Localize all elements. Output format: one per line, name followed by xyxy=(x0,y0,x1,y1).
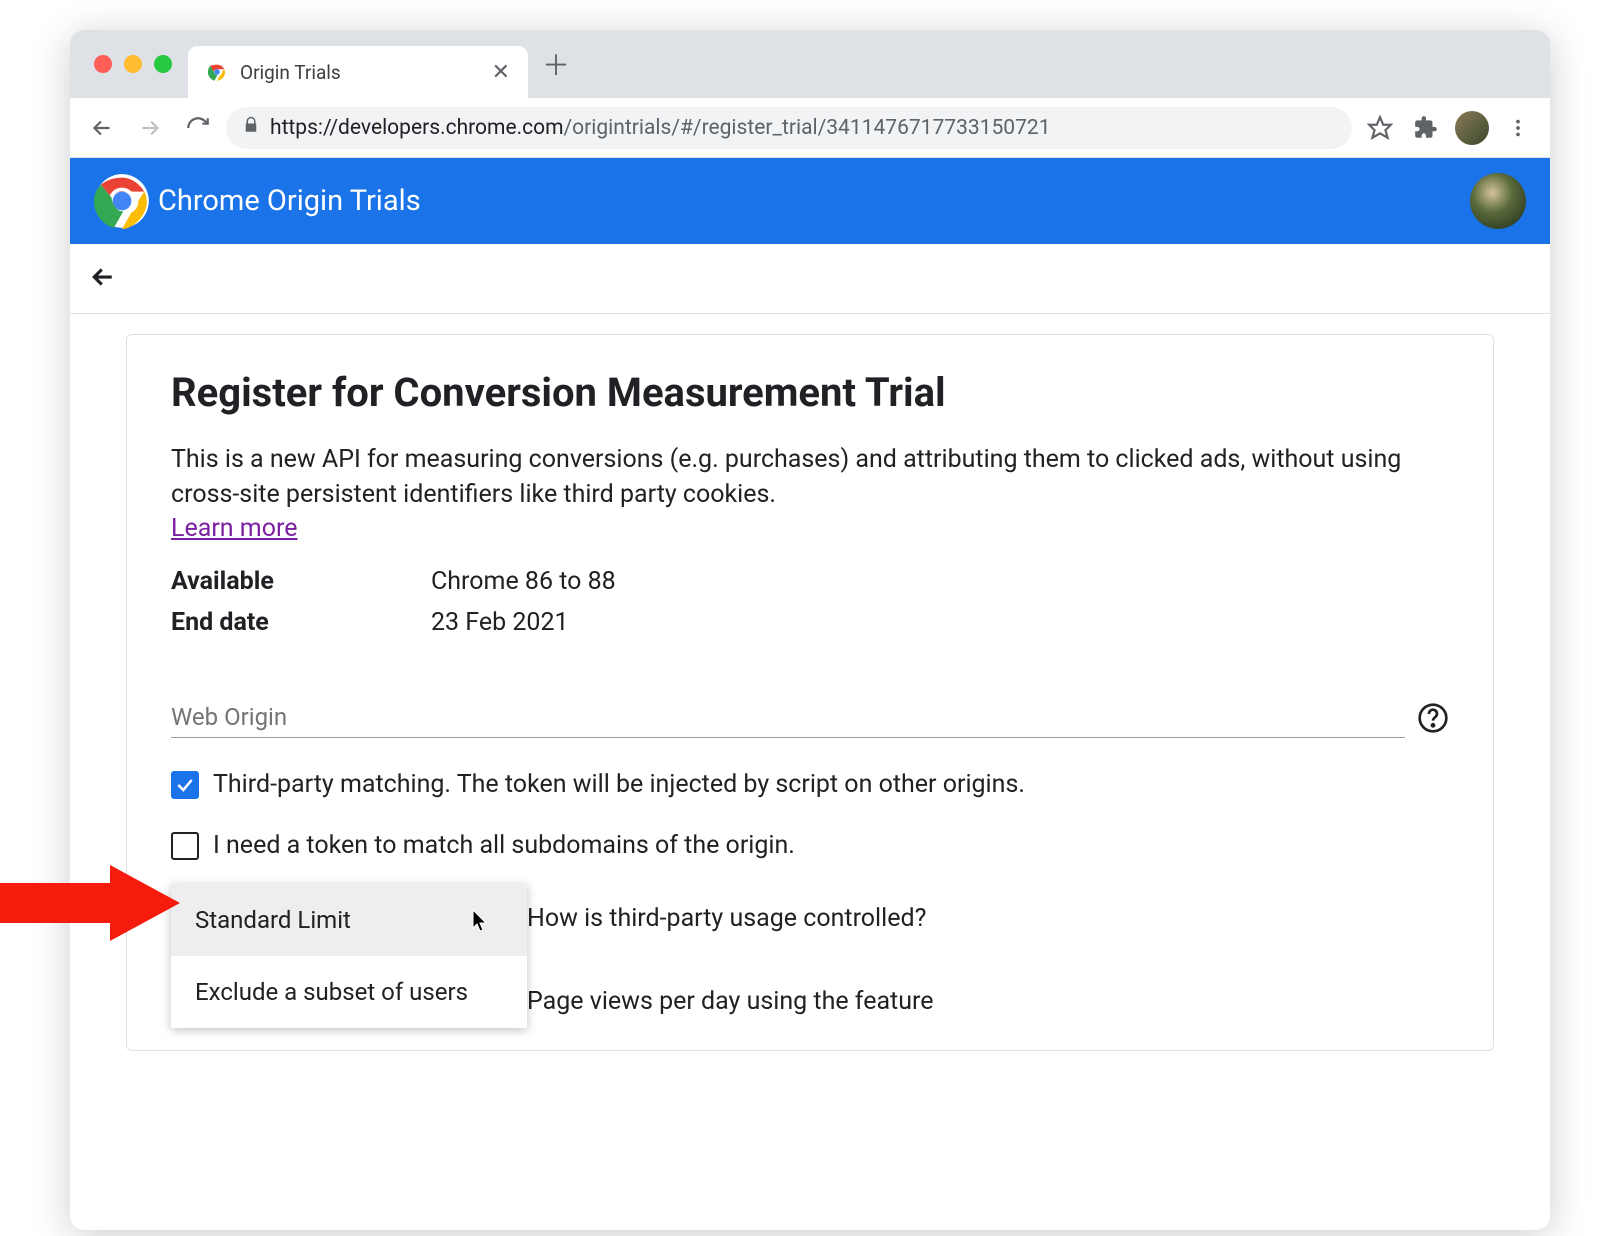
dropdown-option-exclude[interactable]: Exclude a subset of users xyxy=(171,956,527,1028)
url-text: https://developers.chrome.com/origintria… xyxy=(270,116,1051,140)
url-path: /origintrials/#/register_trial/341147671… xyxy=(564,116,1051,140)
page-title: Register for Conversion Measurement Tria… xyxy=(171,369,1449,416)
subdomains-label: I need a token to match all subdomains o… xyxy=(213,831,795,860)
extensions-icon[interactable] xyxy=(1406,108,1446,148)
minimize-window-icon[interactable] xyxy=(124,55,142,73)
close-window-icon[interactable] xyxy=(94,55,112,73)
callout-arrow-icon xyxy=(0,865,180,941)
forward-button[interactable] xyxy=(130,108,170,148)
reload-button[interactable] xyxy=(178,108,218,148)
cursor-icon xyxy=(471,908,489,932)
address-bar: https://developers.chrome.com/origintria… xyxy=(70,98,1550,158)
url-host: https://developers.chrome.com xyxy=(270,116,564,140)
tab-title: Origin Trials xyxy=(240,61,480,84)
web-origin-input[interactable]: Web Origin xyxy=(171,697,1405,738)
app-header: Chrome Origin Trials xyxy=(70,158,1550,244)
learn-more-link[interactable]: Learn more xyxy=(171,514,297,543)
subdomains-checkbox-row[interactable]: I need a token to match all subdomains o… xyxy=(171,831,1449,860)
bookmark-star-icon[interactable] xyxy=(1360,108,1400,148)
browser-window: Origin Trials ✕ ＋ https://developers.chr… xyxy=(70,30,1550,1230)
close-tab-icon[interactable]: ✕ xyxy=(492,60,510,85)
third-party-checkbox-row[interactable]: Third-party matching. The token will be … xyxy=(171,770,1449,799)
lock-icon xyxy=(242,116,260,140)
available-value: Chrome 86 to 88 xyxy=(431,567,616,596)
app-title: Chrome Origin Trials xyxy=(158,184,421,218)
subheader xyxy=(70,244,1550,314)
end-date-label: End date xyxy=(171,608,431,637)
subdomains-checkbox[interactable] xyxy=(171,832,199,860)
usage-limit-dropdown: Standard Limit Exclude a subset of users xyxy=(171,884,527,1028)
user-avatar[interactable] xyxy=(1470,173,1526,229)
help-icon[interactable] xyxy=(1417,702,1449,738)
usage-question: How is third-party usage controlled? xyxy=(527,904,926,933)
page-views-label: Page views per day using the feature xyxy=(527,987,934,1016)
menu-icon[interactable] xyxy=(1498,108,1538,148)
chrome-logo-icon xyxy=(94,173,150,229)
trial-description: This is a new API for measuring conversi… xyxy=(171,442,1449,512)
profile-avatar[interactable] xyxy=(1452,108,1492,148)
registration-card: Register for Conversion Measurement Tria… xyxy=(126,334,1494,1051)
third-party-label: Third-party matching. The token will be … xyxy=(213,770,1025,799)
end-date-value: 23 Feb 2021 xyxy=(431,608,569,637)
tab-bar: Origin Trials ✕ ＋ xyxy=(70,30,1550,98)
page-back-button[interactable] xyxy=(88,262,118,296)
available-label: Available xyxy=(171,567,431,596)
new-tab-button[interactable]: ＋ xyxy=(536,44,576,84)
maximize-window-icon[interactable] xyxy=(154,55,172,73)
omnibox[interactable]: https://developers.chrome.com/origintria… xyxy=(226,107,1352,149)
window-controls xyxy=(86,55,188,73)
back-button[interactable] xyxy=(82,108,122,148)
third-party-checkbox[interactable] xyxy=(171,771,199,799)
chrome-favicon-icon xyxy=(206,61,228,83)
browser-tab[interactable]: Origin Trials ✕ xyxy=(188,46,528,98)
